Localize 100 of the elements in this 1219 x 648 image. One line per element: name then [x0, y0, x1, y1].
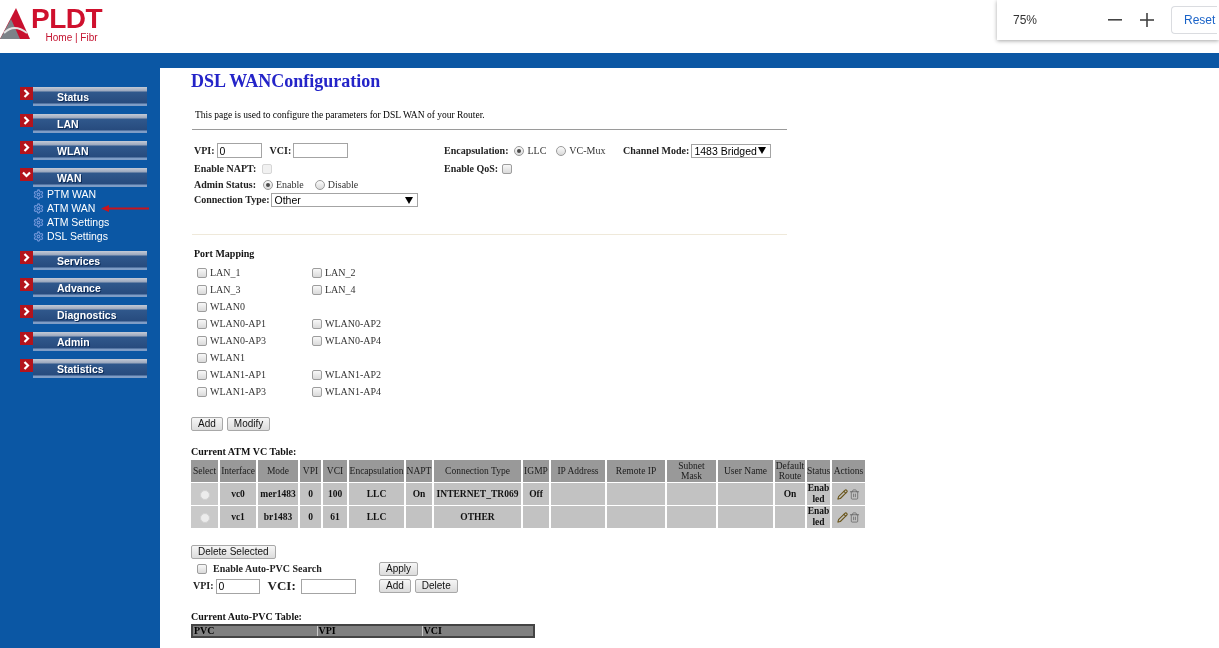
column-header: VCI	[422, 625, 534, 637]
checkbox-label: LAN_4	[325, 283, 356, 296]
checkbox[interactable]	[312, 267, 322, 278]
input-field[interactable]: 0	[215, 578, 260, 594]
checkbox[interactable]	[312, 369, 322, 380]
chevron-right-icon[interactable]	[20, 359, 33, 372]
table-cell	[607, 506, 665, 528]
checkbox[interactable]	[312, 335, 322, 346]
action-button[interactable]: Add	[379, 579, 411, 593]
triangle-logo-icon	[0, 7, 30, 41]
table-cell	[718, 506, 773, 528]
table-cell: On	[775, 483, 805, 505]
checkbox-label: Enable Auto-PVC Search	[213, 563, 322, 575]
dropdown[interactable]: 1483 Bridged	[691, 143, 772, 158]
delete-selected-button[interactable]: Delete Selected	[191, 545, 276, 559]
checkbox[interactable]	[197, 335, 207, 346]
chevron-right-icon[interactable]	[20, 251, 33, 264]
chevron-right-icon[interactable]	[20, 141, 33, 154]
column-header: Remote IP	[607, 460, 665, 482]
column-header: Mode	[258, 460, 298, 482]
checkbox[interactable]	[197, 267, 207, 278]
sidebar-item[interactable]: WAN	[33, 168, 147, 187]
checkbox[interactable]	[197, 564, 207, 574]
sidebar-item[interactable]: Status	[33, 87, 147, 106]
chevron-right-icon[interactable]	[20, 305, 33, 318]
chevron-right-icon[interactable]	[20, 114, 33, 127]
column-header: Select	[191, 460, 218, 482]
action-button[interactable]: Add	[191, 417, 223, 431]
checkbox[interactable]	[197, 369, 207, 380]
sidebar-subitem[interactable]: ATM Settings	[33, 216, 110, 228]
gear-icon	[33, 216, 44, 228]
radio-button[interactable]	[262, 179, 273, 190]
checkbox[interactable]	[312, 318, 322, 329]
zoom-in-button[interactable]	[1139, 12, 1155, 28]
table-cell: br1483	[258, 506, 298, 528]
checkbox[interactable]	[502, 163, 513, 174]
input-field[interactable]	[293, 143, 349, 158]
table-cell: OTHER	[434, 506, 521, 528]
caret-icon	[758, 147, 767, 154]
table-cell: 100	[323, 483, 347, 505]
sidebar-subitem[interactable]: ATM WAN	[33, 202, 96, 214]
option-label: LLC	[527, 144, 547, 157]
checkbox[interactable]	[197, 284, 207, 295]
sidebar-item[interactable]: Admin	[33, 332, 147, 351]
action-button[interactable]: Delete	[414, 579, 458, 593]
apply-button[interactable]: Apply	[379, 562, 418, 576]
chevron-down-icon[interactable]	[20, 168, 33, 181]
sidebar-item[interactable]: LAN	[33, 114, 147, 133]
sidebar-item[interactable]: Diagnostics	[33, 305, 147, 324]
table-cell: LLC	[349, 506, 404, 528]
chevron-right-icon[interactable]	[20, 332, 33, 345]
sidebar-subitem[interactable]: PTM WAN	[33, 188, 97, 200]
table-cell	[523, 506, 549, 528]
field-label: Channel Mode:	[623, 144, 690, 157]
radio-button[interactable]	[314, 179, 325, 190]
input-field[interactable]: 0	[216, 143, 262, 158]
column-header: PVC	[192, 625, 317, 637]
input-field[interactable]	[300, 578, 356, 594]
table-cell: vc1	[220, 506, 256, 528]
checkbox[interactable]	[197, 352, 207, 363]
gear-icon	[33, 230, 44, 242]
checkbox[interactable]	[197, 301, 207, 312]
action-button[interactable]: Modify	[226, 417, 271, 431]
page-title: DSL WANConfiguration	[191, 71, 382, 91]
table-cell: 0	[300, 506, 321, 528]
table-cell: mer1483	[258, 483, 298, 505]
field-label: Encapsulation:	[444, 144, 509, 157]
checkbox[interactable]	[197, 386, 207, 397]
reset-button[interactable]: Reset	[1171, 6, 1217, 34]
chevron-right-icon[interactable]	[20, 278, 33, 291]
checkbox[interactable]	[312, 284, 322, 295]
table-cell	[667, 506, 716, 528]
trash-icon[interactable]	[849, 488, 860, 500]
trash-icon[interactable]	[849, 511, 860, 523]
radio-button[interactable]	[199, 489, 210, 500]
sidebar-item[interactable]: WLAN	[33, 141, 147, 160]
chevron-right-icon[interactable]	[20, 87, 33, 100]
table-cell: 61	[323, 506, 347, 528]
sidebar-item[interactable]: Services	[33, 251, 147, 270]
zoom-percent: 75%	[1013, 13, 1038, 27]
checkbox[interactable]	[197, 318, 207, 329]
minus-icon	[1108, 19, 1122, 21]
section-title: Port Mapping	[193, 248, 256, 260]
column-header: VCI	[323, 460, 347, 482]
checkbox-label: WLAN1	[210, 351, 245, 364]
radio-button[interactable]	[199, 512, 210, 523]
table-cell	[718, 483, 773, 505]
sidebar-item[interactable]: Statistics	[33, 359, 147, 378]
radio-button[interactable]	[514, 145, 525, 156]
brand-name: PLDT	[31, 5, 103, 32]
sidebar-subitem[interactable]: DSL Settings	[33, 230, 108, 242]
checkbox-label: WLAN0-AP1	[210, 317, 267, 330]
sidebar-item[interactable]: Advance	[33, 278, 147, 297]
checkbox-label: WLAN1-AP3	[210, 385, 267, 398]
pencil-icon[interactable]	[837, 488, 848, 500]
checkbox[interactable]	[312, 386, 322, 397]
radio-button[interactable]	[556, 145, 567, 156]
dropdown[interactable]: Other	[271, 193, 419, 207]
pencil-icon[interactable]	[837, 511, 848, 523]
checkbox-label: WLAN1-AP4	[325, 385, 382, 398]
